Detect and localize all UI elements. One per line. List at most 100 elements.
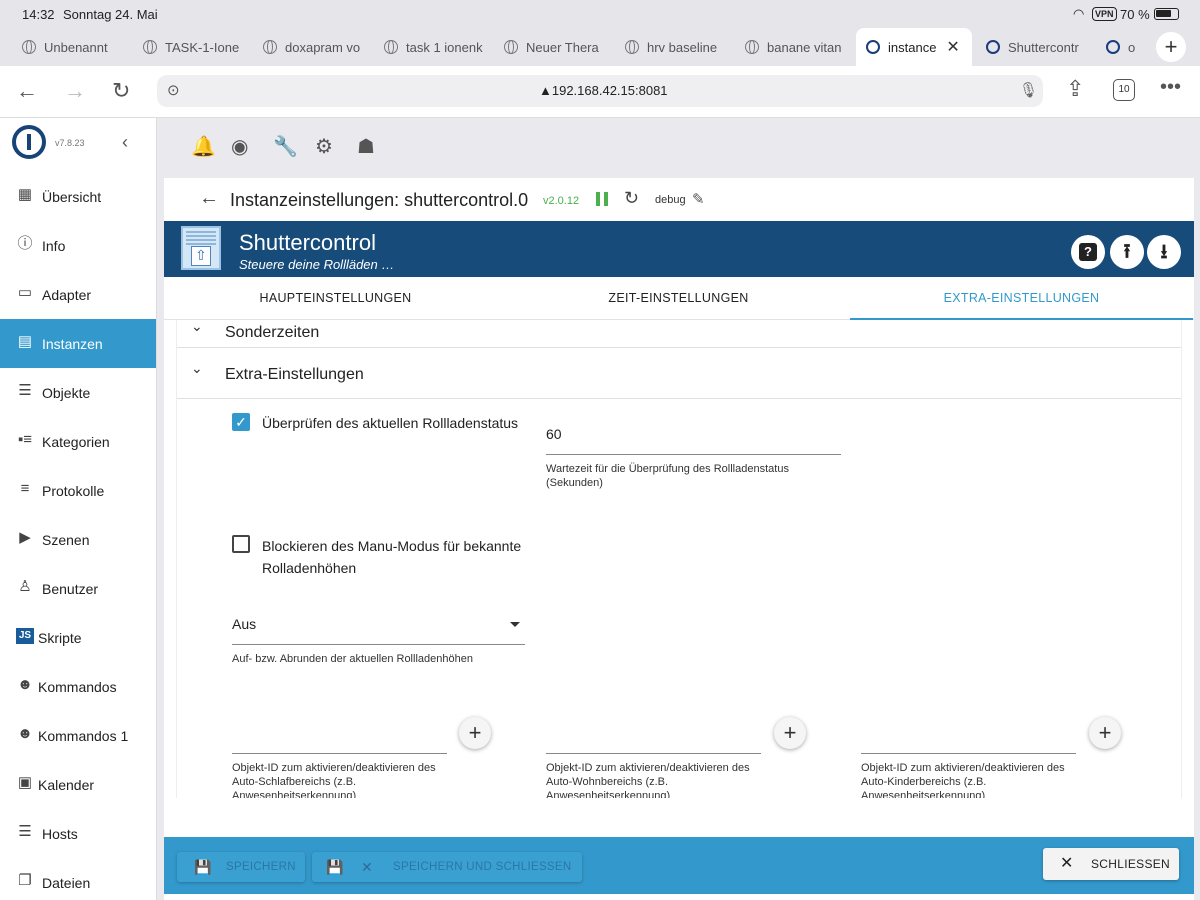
sidebar: v7.8.23 ‹ ▦ Übersicht ⓘ Info ▭ Adapter ▤ Ins…	[0, 118, 157, 900]
browser-tab-active[interactable]: instance ✕	[856, 28, 972, 66]
rounding-select[interactable]: Aus	[232, 616, 256, 632]
help-button[interactable]: ?	[1071, 235, 1105, 269]
close-icon: ✕	[361, 859, 374, 875]
tab-haupteinstellungen[interactable]: HAUPTEINSTELLUNGEN	[164, 277, 507, 320]
gear-icon[interactable]: ⚙	[315, 134, 333, 159]
vpn-badge: VPN	[1092, 7, 1117, 21]
sidebar-item-kategorien[interactable]: ▪≡ Kategorien	[0, 417, 156, 466]
lens-icon[interactable]: ⊙	[167, 81, 180, 99]
browser-tab[interactable]: doxapram vo	[263, 28, 363, 66]
check-status-checkbox[interactable]: ✓	[232, 413, 250, 431]
browser-tab[interactable]: o	[1106, 28, 1142, 66]
children-object-id-input[interactable]	[861, 753, 1076, 754]
log-level[interactable]: debug	[655, 194, 686, 206]
section-sonderzeiten[interactable]: ⌄ Sonderzeiten	[177, 320, 1181, 348]
instance-version: v2.0.12	[543, 195, 580, 207]
iobroker-icon	[986, 40, 1000, 54]
sidebar-item-kommandos-1[interactable]: ☻ Kommandos 1	[0, 711, 156, 760]
children-object-helper: Objekt-ID zum aktivieren/deaktivieren de…	[861, 762, 1065, 798]
browser-tab[interactable]: Shuttercontr	[986, 28, 1090, 66]
microphone-icon[interactable]: 🎙	[1019, 81, 1038, 99]
sidebar-item-benutzer[interactable]: ♙ Benutzer	[0, 564, 156, 613]
sidebar-item-info[interactable]: ⓘ Info	[0, 221, 156, 270]
wrench-icon[interactable]: 🔧	[273, 134, 298, 159]
sidebar-item-szenen[interactable]: ▶ Szenen	[0, 515, 156, 564]
new-tab-button[interactable]: +	[1156, 32, 1186, 62]
expert-mode-icon[interactable]: ☗	[357, 134, 375, 159]
browser-tab[interactable]: TASK-1-Ione	[143, 28, 243, 66]
sleep-object-id-input[interactable]	[232, 753, 447, 754]
browser-tab[interactable]: Neuer Thera	[504, 28, 604, 66]
collapse-sidebar-icon[interactable]: ‹	[122, 132, 128, 153]
store-icon: ▭	[17, 284, 33, 301]
sidebar-item-skripte[interactable]: JS Skripte	[0, 613, 156, 662]
restart-icon[interactable]: ↻	[624, 188, 639, 209]
close-tab-icon[interactable]: ✕	[946, 37, 959, 57]
sidebar-item-uebersicht[interactable]: ▦ Übersicht	[0, 172, 156, 221]
settings-scroll-area[interactable]: ⌄ Sonderzeiten ⌄ Extra-Einstellungen ✓ Ü…	[176, 320, 1182, 798]
sidebar-item-dateien[interactable]: ❐ Dateien	[0, 858, 156, 900]
pause-icon[interactable]	[596, 192, 608, 206]
tab-extra-einstellungen[interactable]: EXTRA-EINSTELLUNGEN	[850, 277, 1193, 320]
back-icon[interactable]: ←	[199, 187, 219, 210]
sidebar-item-objekte[interactable]: ☰ Objekte	[0, 368, 156, 417]
save-and-close-button[interactable]: 💾 ✕ SPEICHERN UND SCHLIESSEN	[312, 852, 582, 882]
upload-button[interactable]: ⭱	[1110, 235, 1144, 269]
adapter-name: Shuttercontrol	[239, 230, 376, 255]
wait-time-input[interactable]: 60	[546, 426, 562, 442]
rounding-underline	[232, 644, 525, 645]
check-status-label: Überprüfen des aktuellen Rollladenstatus	[262, 415, 519, 431]
reload-icon[interactable]: ↻	[112, 78, 130, 104]
status-bar: 14:32 Sonntag 24. Mai ◠ VPN 70 %	[0, 0, 1200, 28]
save-button[interactable]: 💾 SPEICHERN	[177, 852, 305, 882]
address-bar[interactable]: ⊙ ▲192.168.42.15:8081 🎙	[157, 75, 1043, 107]
floppy-icon: 💾	[326, 859, 344, 875]
rounding-helper: Auf- bzw. Abrunden der aktuellen Rolllad…	[232, 653, 473, 665]
browser-tab[interactable]: task 1 ionenk	[384, 28, 484, 66]
close-button[interactable]: ✕ SCHLIESSEN	[1043, 848, 1179, 880]
eye-icon[interactable]: ◉	[231, 134, 248, 159]
browser-tab[interactable]: Unbenannt	[22, 28, 122, 66]
add-sleep-object-button[interactable]: +	[459, 717, 491, 749]
sidebar-item-instanzen[interactable]: ▤ Instanzen	[0, 319, 156, 368]
chevron-down-icon: ⌄	[191, 320, 203, 334]
info-icon: ⓘ	[17, 235, 33, 252]
sidebar-item-adapter[interactable]: ▭ Adapter	[0, 270, 156, 319]
bell-icon[interactable]: 🔔	[191, 134, 216, 159]
more-icon[interactable]: •••	[1160, 76, 1181, 99]
block-manu-checkbox[interactable]	[232, 535, 250, 553]
upload-icon: ⭱	[1123, 241, 1131, 263]
status-time: 14:32	[22, 7, 55, 22]
add-living-object-button[interactable]: +	[774, 717, 806, 749]
globe-icon	[22, 40, 36, 54]
status-date: Sonntag 24. Mai	[63, 7, 158, 22]
lines-icon: ≡	[20, 480, 30, 497]
panel-titlebar: ← Instanzeinstellungen: shuttercontrol.0…	[164, 178, 1194, 221]
list-icon: ☰	[18, 382, 32, 399]
globe-icon	[625, 40, 639, 54]
page-title: Instanzeinstellungen: shuttercontrol.0	[230, 190, 529, 210]
browser-tab[interactable]: hrv baseline	[625, 28, 725, 66]
living-object-id-input[interactable]	[546, 753, 761, 754]
tab-count-button[interactable]: 10	[1113, 79, 1135, 101]
help-icon: ?	[1079, 242, 1097, 261]
browser-tab[interactable]: banane vitan	[745, 28, 845, 66]
forward-icon[interactable]: →	[64, 78, 86, 104]
chevron-down-icon: ⌄	[191, 360, 203, 376]
sidebar-item-hosts[interactable]: ☰ Hosts	[0, 809, 156, 858]
chevron-down-icon[interactable]	[510, 622, 520, 627]
person-icon: ☻	[17, 725, 33, 742]
sidebar-item-kommandos[interactable]: ☻ Kommandos	[0, 662, 156, 711]
share-icon[interactable]: ⇪	[1066, 76, 1084, 102]
add-children-object-button[interactable]: +	[1089, 717, 1121, 749]
globe-icon	[745, 40, 759, 54]
section-extra-einstellungen[interactable]: ⌄ Extra-Einstellungen	[177, 348, 1181, 399]
sidebar-item-kalender[interactable]: ▣ Kalender	[0, 760, 156, 809]
back-icon[interactable]: ←	[16, 78, 38, 104]
bottom-action-bar: 💾 SPEICHERN 💾 ✕ SPEICHERN UND SCHLIESSEN…	[164, 837, 1194, 894]
browser-tab-strip: Unbenannt TASK-1-Ione doxapram vo task 1…	[0, 28, 1200, 66]
sidebar-item-protokolle[interactable]: ≡ Protokolle	[0, 466, 156, 515]
pencil-icon[interactable]: ✎	[692, 190, 705, 208]
download-button[interactable]: ⭳	[1147, 235, 1181, 269]
tab-zeit-einstellungen[interactable]: ZEIT-EINSTELLUNGEN	[507, 277, 850, 320]
